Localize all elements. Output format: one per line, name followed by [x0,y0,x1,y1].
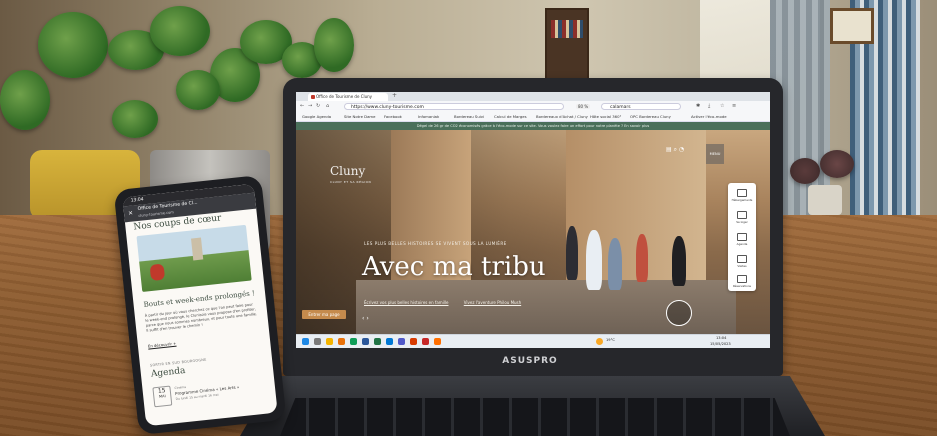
panel-item-dining[interactable]: Se loger [728,211,756,224]
fork-icon [737,211,747,219]
reload-icon[interactable]: ↻ [316,103,320,109]
eco-info-banner: Dégel de 26 gr de CO2 économisés grâce à… [296,122,770,130]
panel-item-lodging[interactable]: Hébergements [728,189,756,202]
hero-banner: Cluny CLUNY ET SA RÉGION ▤ ⌕ ◔ MENU LES … [296,130,770,334]
menu-icon[interactable]: ≡ [732,103,736,109]
weather-temp: 19°C [606,338,615,342]
laptop-screen: Office de Tourisme de Cluny + ← → ↻ ⌂ ht… [296,92,770,348]
small-plant [790,150,860,215]
hero-links: Écrivez vos plus belles histoires en fam… [364,300,535,305]
word-icon[interactable] [362,338,369,345]
url-field[interactable]: https://www.cluny-tourisme.com [344,103,564,110]
app-icon[interactable] [434,338,441,345]
windows-taskbar: 19°C 13:04 15/05/2023 [296,334,770,348]
hero-headline: Avec ma tribu [362,252,546,282]
bookmark-item[interactable]: Bordereau Suivi [454,113,484,120]
site-logo[interactable]: Cluny [330,164,365,178]
child-figure [672,236,686,286]
abbey-tower [191,237,204,261]
extensions-icon[interactable]: ✱ [696,103,700,109]
bookshelf [545,8,589,82]
smartphone: 13:04 × Office de Tourisme de Cl... clun… [113,174,287,436]
close-icon[interactable]: × [128,210,134,217]
chrome-icon[interactable] [350,338,357,345]
bookmark-item[interactable]: Google Agenda [302,113,331,120]
new-tab-button[interactable]: + [392,92,397,99]
event-date-badge: 15 MAI [152,385,173,408]
photo-scene: ASUSPRO Office de Tourisme de Cluny + ← … [0,0,937,436]
eco-info-text: Dégel de 26 gr de CO2 économisés grâce à… [416,124,650,128]
panel-item-booking[interactable]: Réservations [728,275,756,288]
prev-arrow-icon[interactable]: ‹ [362,315,364,322]
bookmark-item[interactable]: Infomaniak [418,113,439,120]
booking-icon [737,275,747,283]
cart-icon[interactable]: ▤ [666,146,672,153]
tab-title: Office de Tourisme de Cluny [316,94,373,99]
search-icon[interactable]: ⌕ [674,146,677,153]
eco-mode-toggle[interactable]: Activer l'éco-mode [691,113,727,120]
panel-item-visits[interactable]: Visites [728,255,756,268]
teams-icon[interactable] [398,338,405,345]
keyboard [280,398,790,436]
acrobat-icon[interactable] [422,338,429,345]
hero-kicker: LES PLUS BELLES HISTOIRES SE VIVENT SOUS… [364,241,507,246]
child-figure [586,230,602,290]
weather-icon [596,338,603,345]
bookmark-item[interactable]: Bordereaux d'Achat / Cluny [536,113,588,120]
bookmark-item[interactable]: Facebook [384,113,402,120]
firefox-icon[interactable] [338,338,345,345]
card-image [136,224,252,292]
powerpoint-icon[interactable] [410,338,417,345]
event-month: MAI [158,394,166,399]
favicon-icon [311,95,315,99]
bed-icon [737,189,747,197]
next-arrow-icon[interactable]: › [366,315,368,322]
outlook-icon[interactable] [386,338,393,345]
zoom-level[interactable]: 80 % [576,104,591,109]
file-explorer-icon[interactable] [326,338,333,345]
hero-link[interactable]: Vivez l'aventure Philou Mush [464,300,521,305]
taskbar-date[interactable]: 15/05/2023 [710,342,731,346]
card-link[interactable]: En découvrir + [148,341,177,349]
bookmark-item[interactable]: OPC Bordereau Cluny [630,113,671,120]
child-figure [636,234,648,282]
bookmark-star-icon[interactable]: ☆ [720,103,724,109]
child-figure [608,238,622,290]
excel-icon[interactable] [374,338,381,345]
agenda-title: Agenda [150,365,186,380]
discover-button[interactable]: Entrer ma page [302,310,346,319]
taskbar-search-icon[interactable] [314,338,321,345]
home-icon[interactable]: ⌂ [326,103,329,109]
wall-picture [830,8,874,44]
bookmark-item[interactable]: Calcul de Marges [494,113,527,120]
site-logo-subtitle: CLUNY ET SA RÉGION [330,180,372,184]
hero-link[interactable]: Écrivez vos plus belles histoires en fam… [364,300,448,305]
download-icon[interactable]: ⤓ [708,103,710,109]
panel-item-agenda[interactable]: Agenda [728,233,756,246]
header-icons: ▤ ⌕ ◔ [666,146,684,154]
bookmarks-bar: Google Agenda Site Notre Dame Facebook I… [296,112,770,122]
user-icon[interactable]: ◔ [679,146,684,153]
bookmark-item[interactable]: Hôte social 360° [590,113,621,120]
quick-access-panel: Hébergements Se loger Agenda Visites Rés… [728,183,756,291]
ticket-icon [737,255,747,263]
forward-icon[interactable]: → [308,103,312,109]
label-seal [666,300,692,326]
search-field[interactable]: calamars [601,103,681,110]
calendar-icon [737,233,747,241]
event-item[interactable]: Cinéma Programme Cinéma « Les Arts » Du … [174,376,265,402]
taskbar-time[interactable]: 13:04 [716,336,726,340]
browser-tab[interactable]: Office de Tourisme de Cluny [308,93,388,101]
browser-tab-bar: Office de Tourisme de Cluny + [296,92,770,101]
laptop-brand: ASUSPRO [502,356,558,366]
bookmark-item[interactable]: Site Notre Dame [344,113,375,120]
address-bar: ← → ↻ ⌂ https://www.cluny-tourisme.com 8… [296,101,770,112]
carousel-arrows: ‹ › [362,315,369,322]
child-figure [566,226,578,280]
person-figure [149,263,166,281]
start-icon[interactable] [302,338,309,345]
back-icon[interactable]: ← [300,103,304,109]
phone-screen: 13:04 × Office de Tourisme de Cl... clun… [122,183,278,427]
menu-button[interactable]: MENU [706,144,724,164]
